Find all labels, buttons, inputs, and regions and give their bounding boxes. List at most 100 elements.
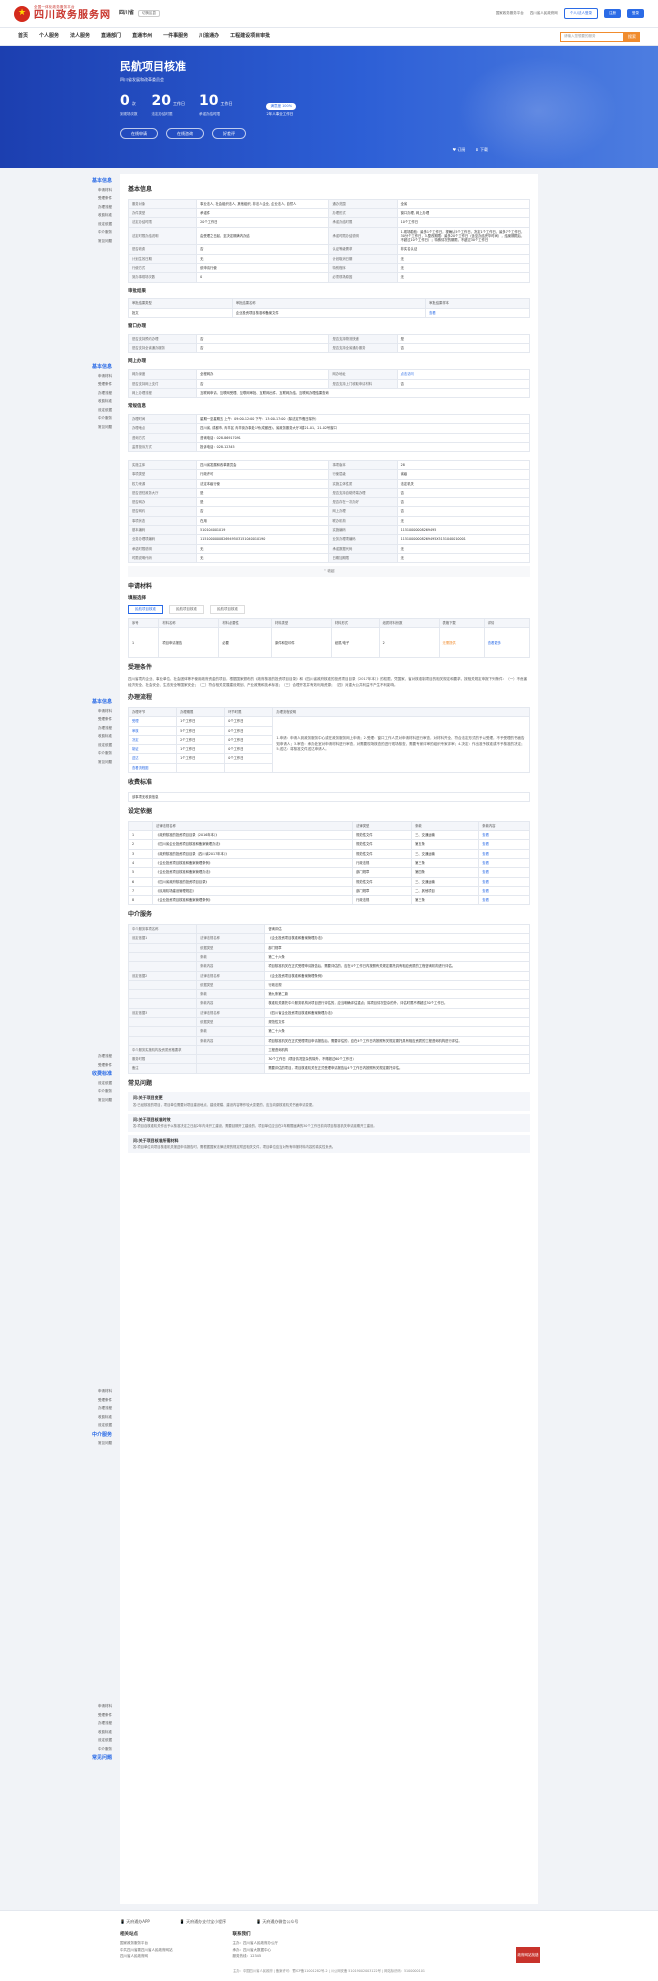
region-switch-button[interactable]: 切换区县: [138, 10, 161, 17]
app-link[interactable]: 📱 天府通办APP: [120, 1919, 150, 1924]
login-button[interactable]: 登录: [627, 9, 644, 18]
personal-login-button[interactable]: 个人/法人登录: [563, 8, 598, 19]
process-title: 办理流程: [128, 694, 153, 702]
top-link-gov-platform[interactable]: 国家政务服务平台: [496, 11, 524, 16]
side-item[interactable]: 申请材料: [92, 1704, 112, 1709]
side-item[interactable]: 收费标准: [92, 1415, 112, 1420]
process-step[interactable]: 制证: [127, 744, 178, 755]
side-heading[interactable]: 基本信息: [92, 699, 112, 706]
side-item[interactable]: 申请材料: [92, 1389, 112, 1394]
side-item[interactable]: 常见问题: [92, 760, 112, 765]
side-item[interactable]: 办理流程: [92, 726, 112, 731]
nav-item-home[interactable]: 首页: [18, 33, 28, 40]
side-item[interactable]: 中介服务: [92, 1089, 112, 1094]
process-step[interactable]: 决定: [127, 734, 178, 746]
related-site-link[interactable]: 四川省人民政府网: [120, 1954, 173, 1959]
side-heading[interactable]: 收费标准: [92, 1071, 112, 1078]
rating-button[interactable]: 好差评: [212, 128, 246, 140]
side-item[interactable]: 办理流程: [92, 391, 112, 396]
download-button[interactable]: ⬇ 下载: [475, 147, 488, 152]
material-tab-2[interactable]: 民航项目核准: [169, 605, 204, 614]
side-item[interactable]: 中介服务: [92, 230, 112, 235]
side-item[interactable]: 收费标准: [92, 213, 112, 218]
side-item[interactable]: 设定依据: [92, 408, 112, 413]
basis-view-link[interactable]: 查看: [478, 857, 530, 869]
side-item[interactable]: 设定依据: [92, 1081, 112, 1086]
site-logo[interactable]: 全国一体化政务服务平台 四川政务服务网: [34, 5, 111, 23]
side-item[interactable]: 受理条件: [92, 196, 112, 201]
material-tab-3[interactable]: 民航项目核准: [210, 605, 245, 614]
process-step[interactable]: 受理: [127, 716, 178, 727]
side-item[interactable]: 办理流程: [92, 1721, 112, 1726]
nav-item-personal[interactable]: 个人服务: [39, 33, 59, 40]
faq-item[interactable]: 问:关于项目核准所需材料 答:项目单位向项目核准机关报送申请报告时，需根据国家法律…: [128, 1134, 530, 1153]
side-item[interactable]: 申请材料: [92, 188, 112, 193]
online-url-link[interactable]: 点击访问: [396, 369, 531, 380]
process-step[interactable]: 送达: [127, 753, 178, 764]
side-item[interactable]: 常见问题: [92, 1441, 112, 1446]
side-item[interactable]: 办理流程: [92, 1054, 112, 1059]
main-content: 基本信息 服务对象 事业法人, 社会组织法人, 其他组织, 非法人企业, 企业法人…: [120, 174, 538, 1904]
side-item[interactable]: 设定依据: [92, 1423, 112, 1428]
side-heading[interactable]: 基本信息: [92, 364, 112, 371]
nav-item-sichuan-chongqing[interactable]: 川渝通办: [199, 33, 219, 40]
basis-view-link[interactable]: 查看: [478, 839, 530, 850]
faq-item[interactable]: 问:关于项目变更 答:已经核准的项目，项目单位需要对项目建设地点、建设规模、建设内…: [128, 1092, 530, 1111]
side-item[interactable]: 中介服务: [92, 1747, 112, 1752]
side-item[interactable]: 受理条件: [92, 1713, 112, 1718]
process-step[interactable]: 审核: [127, 725, 178, 736]
basis-view-link[interactable]: 查看: [478, 895, 530, 906]
nav-item-engineering[interactable]: 工程建设项目审批: [230, 33, 270, 40]
side-item[interactable]: 中介服务: [92, 751, 112, 756]
side-heading[interactable]: 中介服务: [92, 1432, 112, 1439]
side-item[interactable]: 收费标准: [92, 1730, 112, 1735]
side-item[interactable]: 受理条件: [92, 1398, 112, 1403]
side-item[interactable]: 常见问题: [92, 239, 112, 244]
collapse-button[interactable]: ⌃ 收起: [128, 566, 530, 577]
view-sample-link[interactable]: 查看: [425, 307, 530, 319]
nav-item-legal[interactable]: 法人服务: [70, 33, 90, 40]
side-item[interactable]: 设定依据: [92, 743, 112, 748]
related-site-link[interactable]: 中共四川省委四川省人民政府网站: [120, 1948, 173, 1953]
side-item[interactable]: 申请材料: [92, 374, 112, 379]
nav-item-one-thing[interactable]: 一件事服务: [163, 33, 188, 40]
fee-title: 收费标准: [128, 778, 153, 786]
side-item[interactable]: 办理流程: [92, 205, 112, 210]
side-item[interactable]: 受理条件: [92, 717, 112, 722]
app-link[interactable]: 📱 天府通办支付宝小程序: [180, 1919, 226, 1924]
apply-online-button[interactable]: 在线申请: [120, 128, 158, 140]
nav-item-departments[interactable]: 直通部门: [101, 33, 121, 40]
side-item[interactable]: 设定依据: [92, 1738, 112, 1743]
side-heading[interactable]: 常见问题: [92, 1755, 112, 1762]
side-item[interactable]: 收费标准: [92, 734, 112, 739]
process-flowchart-link[interactable]: 查看流程图: [127, 762, 178, 773]
related-site-link[interactable]: 国家政务服务平台: [120, 1941, 173, 1946]
side-item[interactable]: 受理条件: [92, 1063, 112, 1068]
basis-view-link[interactable]: 查看: [478, 848, 530, 859]
register-button[interactable]: 注册: [604, 9, 621, 18]
search-button[interactable]: 搜索: [624, 31, 640, 42]
nav-item-cities[interactable]: 直通市州: [132, 33, 152, 40]
side-item[interactable]: 申请材料: [92, 709, 112, 714]
material-tab-1[interactable]: 民航项目核准: [128, 605, 163, 614]
side-item[interactable]: 收费标准: [92, 399, 112, 404]
basis-view-link[interactable]: 查看: [478, 876, 530, 887]
side-item[interactable]: 办理流程: [92, 1406, 112, 1411]
basis-view-link[interactable]: 查看: [478, 830, 530, 841]
top-link-sichuan-gov[interactable]: 四川省人民政府网: [530, 11, 558, 16]
side-item[interactable]: 受理条件: [92, 382, 112, 387]
consult-online-button[interactable]: 在线咨询: [166, 128, 204, 140]
basis-view-link[interactable]: 查看: [478, 885, 530, 897]
faq-item[interactable]: 问:关于项目核准时效 答:项目自核准机关作出予以核准决定之日起2年内未开工建设，需…: [128, 1113, 530, 1132]
side-item[interactable]: 设定依据: [92, 222, 112, 227]
material-detail-link[interactable]: 查看更多: [483, 627, 531, 659]
side-heading[interactable]: 基本信息: [92, 178, 112, 185]
basis-view-link[interactable]: 查看: [478, 867, 530, 878]
side-item[interactable]: 常见问题: [92, 425, 112, 430]
app-link[interactable]: 📱 天府通办微信公众号: [256, 1919, 298, 1924]
gov-error-badge[interactable]: 政府网站找错: [516, 1947, 540, 1963]
subscribe-button[interactable]: ♥ 订阅: [453, 147, 466, 152]
side-item[interactable]: 中介服务: [92, 416, 112, 421]
side-item[interactable]: 常见问题: [92, 1098, 112, 1103]
search-input[interactable]: 请输入您想要的服务: [560, 31, 624, 42]
